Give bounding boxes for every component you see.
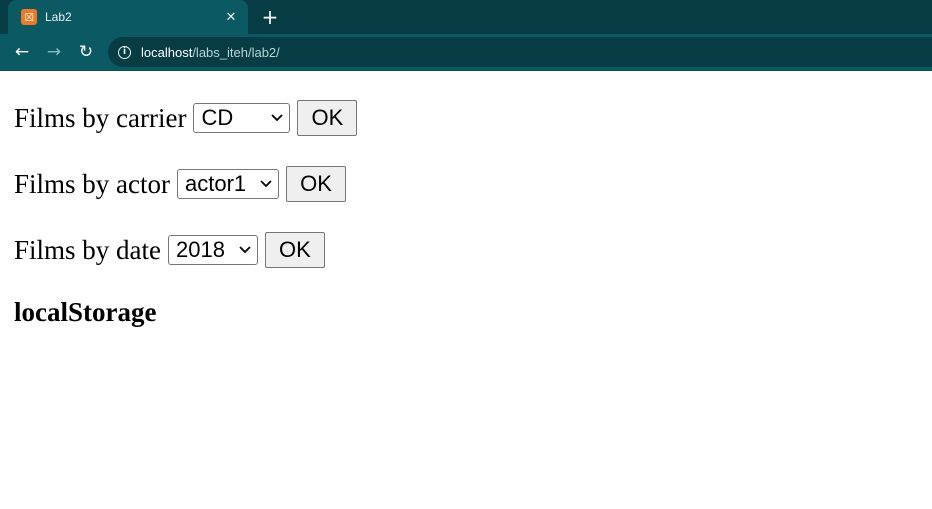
local-storage-heading: localStorage — [14, 297, 157, 327]
carrier-filter-label: Films by carrier — [14, 102, 187, 133]
chevron-down-icon — [239, 246, 251, 254]
carrier-ok-button[interactable]: OK — [297, 100, 358, 136]
carrier-select-value: CD — [201, 105, 234, 130]
plus-icon[interactable]: + — [258, 5, 282, 29]
info-icon[interactable]: i — [118, 45, 131, 59]
url-path: /labs_iteh/lab2/ — [192, 44, 280, 60]
tab-strip: ☒ Lab2 ✕ + — [0, 0, 932, 34]
back-arrow-icon[interactable]: ← — [10, 40, 34, 64]
browser-tab[interactable]: ☒ Lab2 ✕ — [8, 0, 248, 34]
date-select-value: 2018 — [176, 237, 225, 262]
actor-select-value: actor1 — [185, 171, 247, 196]
actor-filter-label: Films by actor — [14, 168, 170, 199]
xampp-icon: ☒ — [21, 9, 37, 25]
close-icon[interactable]: ✕ — [222, 8, 240, 26]
actor-select[interactable]: actor1 — [177, 169, 280, 199]
forward-arrow-icon[interactable]: → — [42, 40, 66, 64]
date-select[interactable]: 2018 — [168, 235, 258, 265]
actor-ok-button[interactable]: OK — [286, 166, 346, 202]
chevron-down-icon — [260, 180, 272, 188]
address-bar[interactable]: i localhost/labs_iteh/lab2/ — [108, 37, 932, 67]
browser-toolbar: ← → ↻ i localhost/labs_iteh/lab2/ — [0, 34, 932, 71]
actor-filter-row: Films by actor actor1 OK — [14, 151, 918, 217]
date-ok-button[interactable]: OK — [264, 232, 325, 268]
url-host: localhost — [141, 44, 193, 60]
chevron-down-icon — [271, 114, 284, 122]
tab-title: Lab2 — [45, 10, 72, 24]
reload-icon[interactable]: ↻ — [74, 40, 98, 64]
carrier-filter-row: Films by carrier CD OK — [14, 85, 918, 151]
date-filter-row: Films by date 2018 OK — [14, 217, 918, 283]
date-filter-label: Films by date — [14, 234, 161, 265]
carrier-select[interactable]: CD — [193, 103, 291, 133]
url-text: localhost/labs_iteh/lab2/ — [141, 45, 280, 60]
page-content: Films by carrier CD OK Films by actor ac… — [0, 85, 932, 328]
